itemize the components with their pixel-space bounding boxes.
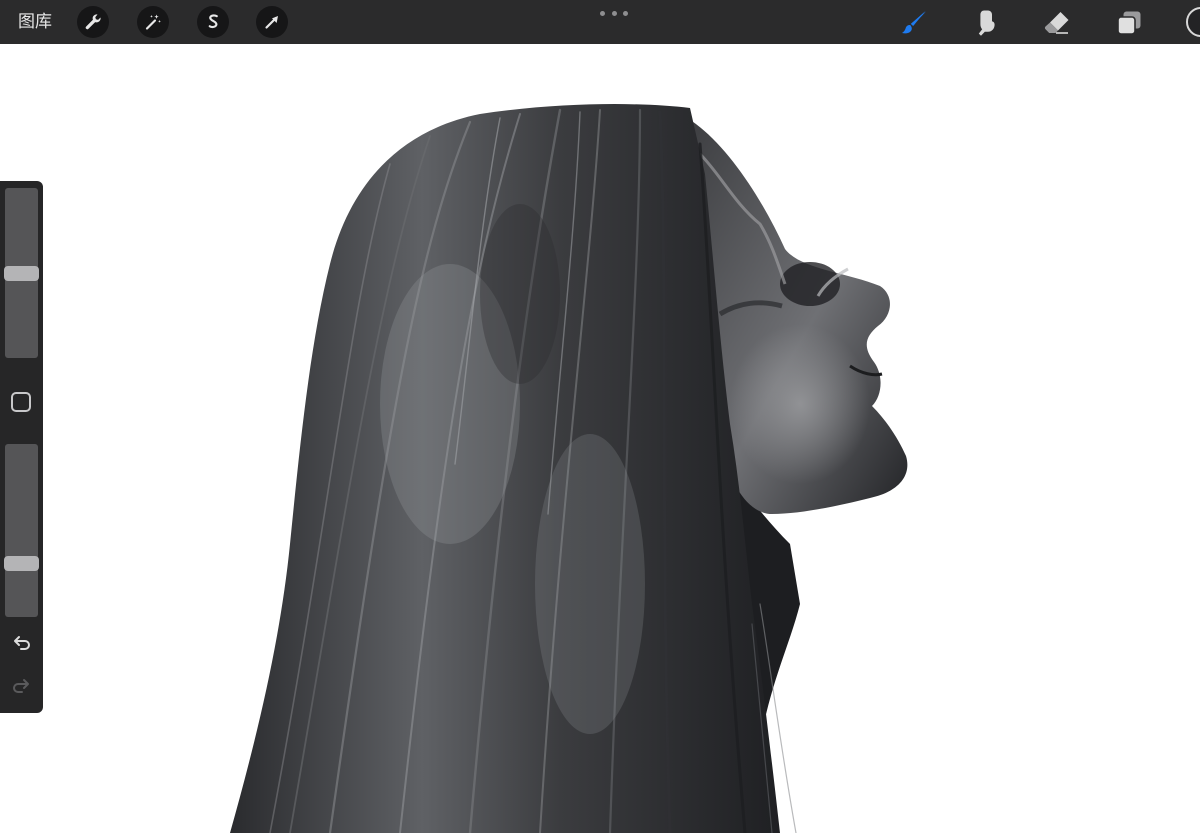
smudge-tool-button[interactable] bbox=[969, 6, 1003, 40]
hair-shadow bbox=[480, 204, 560, 384]
brush-tool-button[interactable] bbox=[897, 6, 931, 40]
redo-button[interactable] bbox=[10, 675, 33, 698]
more-dots-icon[interactable] bbox=[600, 6, 628, 20]
square-modify-icon[interactable] bbox=[11, 392, 31, 412]
redo-icon bbox=[13, 679, 29, 693]
selection-s-icon bbox=[208, 14, 218, 29]
transform-button[interactable] bbox=[256, 6, 288, 38]
undo-icon bbox=[14, 636, 30, 650]
color-picker-button[interactable] bbox=[1186, 7, 1200, 37]
left-sidebar bbox=[0, 181, 43, 713]
layers-icon bbox=[1117, 11, 1141, 35]
magic-wand-icon bbox=[145, 14, 161, 30]
portrait-artwork bbox=[230, 104, 908, 833]
procreate-app: 图库 bbox=[0, 0, 1200, 833]
arrow-cursor-icon bbox=[265, 16, 278, 29]
gallery-button[interactable]: 图库 bbox=[18, 11, 52, 33]
brush-icon bbox=[902, 11, 926, 34]
eraser-icon bbox=[1044, 12, 1069, 34]
eye-shadow bbox=[780, 262, 840, 306]
layers-tool-button[interactable] bbox=[1112, 6, 1146, 40]
drawing-canvas[interactable] bbox=[0, 44, 1200, 833]
brush-size-slider[interactable] bbox=[4, 188, 39, 358]
brush-opacity-thumb[interactable] bbox=[4, 556, 39, 571]
undo-button[interactable] bbox=[10, 632, 33, 655]
adjustments-button[interactable] bbox=[137, 6, 169, 38]
wrench-icon bbox=[85, 14, 101, 30]
hair-highlight bbox=[535, 434, 645, 734]
eraser-tool-button[interactable] bbox=[1040, 6, 1074, 40]
cheek-highlight bbox=[730, 324, 870, 484]
brush-opacity-slider[interactable] bbox=[4, 444, 39, 617]
brush-size-thumb[interactable] bbox=[4, 266, 39, 281]
top-toolbar: 图库 bbox=[0, 0, 1200, 44]
selection-button[interactable] bbox=[197, 6, 229, 38]
actions-button[interactable] bbox=[77, 6, 109, 38]
smudge-finger-icon bbox=[978, 10, 995, 36]
